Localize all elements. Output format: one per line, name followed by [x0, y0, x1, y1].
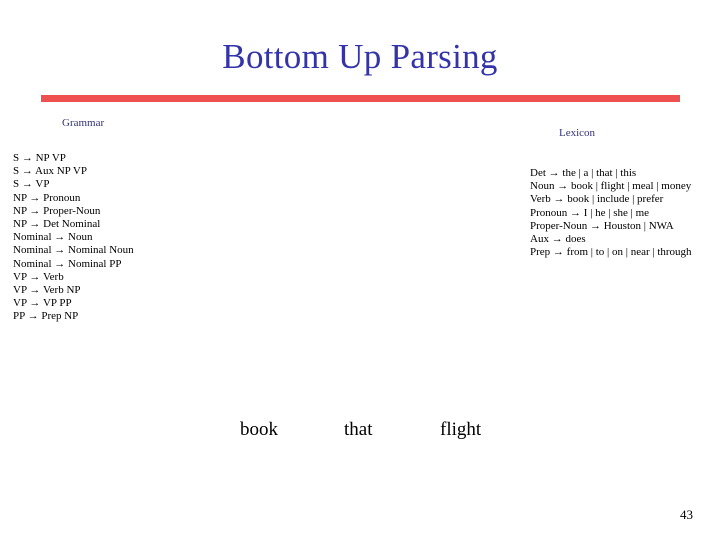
sentence-word: book: [240, 419, 278, 440]
page-number: 43: [680, 507, 693, 522]
rule-line: Nominal → Nominal PP: [13, 257, 122, 270]
lexicon-rule-list: Det → the | a | that | this Noun → book |…: [530, 167, 692, 259]
rule-line: S → Aux NP VP: [13, 165, 87, 178]
rule-line: NP → Proper-Noun: [13, 204, 101, 217]
rule-line: Aux → does: [530, 233, 586, 246]
rule-line: Verb → book | include | prefer: [530, 193, 664, 206]
page-title: Bottom Up Parsing: [222, 37, 498, 76]
rule-line: VP → Verb NP: [13, 284, 81, 297]
rule-line: Pronoun → I | he | she | me: [530, 206, 650, 219]
rule-line: Det → the | a | that | this: [530, 167, 637, 179]
sentence-word: flight: [440, 419, 482, 440]
rule-line: Proper-Noun → Houston | NWA: [530, 219, 674, 232]
rule-line: Prep → from | to | on | near | through: [530, 246, 692, 259]
rule-line: VP → Verb: [13, 270, 64, 283]
rule-line: NP → Det Nominal: [13, 218, 101, 231]
lexicon-heading: Lexicon: [559, 127, 596, 139]
sentence-word: that: [344, 419, 373, 440]
grammar-heading: Grammar: [62, 117, 105, 129]
rule-line: Nominal → Nominal Noun: [13, 244, 134, 257]
rule-line: S → VP: [13, 178, 50, 191]
grammar-rule-list: S → NP VP S → Aux NP VP S → VP NP → Pronoun…: [13, 152, 134, 324]
rule-line: PP → Prep NP: [13, 310, 79, 323]
rule-line: Nominal → Noun: [13, 231, 93, 244]
sentence-word-row: book that flight: [0, 418, 720, 448]
rule-line: Noun → book | flight | meal | money: [530, 180, 692, 193]
slide: Bottom Up Parsing Grammar Lexicon S → NP…: [0, 0, 720, 540]
title-divider-bar: [41, 95, 680, 102]
rule-line: NP → Pronoun: [13, 191, 81, 204]
rule-line: VP → VP PP: [13, 297, 72, 310]
rule-line: S → NP VP: [13, 152, 66, 164]
